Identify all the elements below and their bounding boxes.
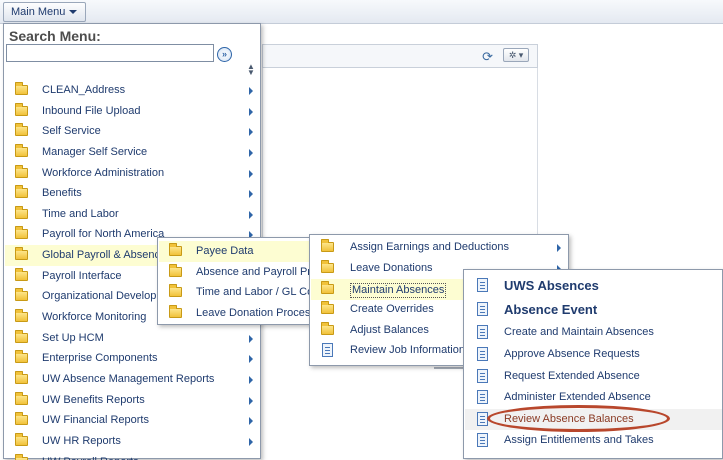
chevron-right-icon bbox=[249, 376, 253, 384]
menu-item-uw-benefits-reports[interactable]: UW Benefits Reports bbox=[5, 390, 260, 411]
submenu-item-absence-payroll-processing[interactable]: Absence and Payroll Processing bbox=[159, 262, 313, 283]
folder-icon bbox=[15, 330, 28, 343]
background-pagelet-header: ⟳ ✲ ▾ bbox=[262, 44, 538, 68]
top-bar: Main Menu bbox=[0, 0, 723, 24]
menu-item-inbound-file-upload[interactable]: Inbound File Upload bbox=[5, 101, 260, 122]
folder-icon bbox=[321, 281, 334, 294]
folder-icon bbox=[15, 433, 28, 446]
folder-icon bbox=[15, 226, 28, 239]
menu-item-uw-financial-reports[interactable]: UW Financial Reports bbox=[5, 410, 260, 431]
document-icon bbox=[477, 433, 488, 447]
submenu-item-absence-event[interactable]: Absence Event bbox=[465, 299, 722, 320]
folder-icon bbox=[15, 350, 28, 363]
refresh-icon[interactable]: ⟳ bbox=[482, 49, 493, 65]
menu-item-enterprise-components[interactable]: Enterprise Components bbox=[5, 348, 260, 369]
folder-icon bbox=[15, 103, 28, 116]
submenu-item-request-extended-absence[interactable]: Request Extended Absence bbox=[465, 366, 722, 387]
folder-icon bbox=[169, 264, 182, 277]
folder-icon bbox=[15, 247, 28, 260]
folder-icon bbox=[15, 82, 28, 95]
folder-icon bbox=[15, 309, 28, 322]
chevron-right-icon bbox=[249, 190, 253, 198]
submenu-item-administer-extended-absence[interactable]: Administer Extended Absence bbox=[465, 387, 722, 408]
folder-icon bbox=[15, 392, 28, 405]
chevron-right-icon bbox=[249, 211, 253, 219]
menu-item-set-up-hcm[interactable]: Set Up HCM bbox=[5, 328, 260, 349]
chevron-right-icon bbox=[249, 128, 253, 136]
menu-item-uw-absence-management-reports[interactable]: UW Absence Management Reports bbox=[5, 369, 260, 390]
main-menu-label: Main Menu bbox=[11, 6, 66, 18]
document-icon bbox=[477, 278, 488, 292]
search-menu-label: Search Menu: bbox=[9, 28, 101, 44]
gear-icon[interactable]: ✲ ▾ bbox=[503, 48, 529, 62]
chevron-right-icon bbox=[249, 149, 253, 157]
sort-icon[interactable]: ▲ ▼ bbox=[247, 63, 255, 77]
submenu-item-leave-donation-process[interactable]: Leave Donation Process bbox=[159, 303, 313, 324]
menu-item-time-and-labor[interactable]: Time and Labor bbox=[5, 204, 260, 225]
chevron-right-icon bbox=[249, 355, 253, 363]
document-icon bbox=[477, 302, 488, 316]
chevron-right-icon bbox=[249, 417, 253, 425]
folder-icon bbox=[15, 144, 28, 157]
folder-icon bbox=[15, 123, 28, 136]
folder-icon bbox=[321, 301, 334, 314]
chevron-down-icon bbox=[69, 10, 78, 15]
folder-icon bbox=[321, 322, 334, 335]
folder-icon bbox=[169, 284, 182, 297]
document-icon bbox=[477, 369, 488, 383]
folder-icon bbox=[15, 412, 28, 425]
chevron-right-icon bbox=[249, 108, 253, 116]
submenu-global-payroll: Payee Data Absence and Payroll Processin… bbox=[157, 237, 314, 325]
folder-icon bbox=[15, 185, 28, 198]
chevron-right-icon bbox=[249, 335, 253, 343]
chevron-right-icon bbox=[249, 87, 253, 95]
document-icon bbox=[477, 390, 488, 404]
folder-icon bbox=[15, 288, 28, 301]
submenu-item-uws-absences[interactable]: UWS Absences bbox=[465, 275, 722, 296]
document-icon bbox=[477, 347, 488, 361]
menu-item-benefits[interactable]: Benefits bbox=[5, 183, 260, 204]
search-menu-input[interactable] bbox=[6, 44, 214, 62]
background-pagelet-body bbox=[262, 68, 538, 248]
submenu-item-review-absence-balances[interactable]: Review Absence Balances bbox=[465, 409, 722, 430]
chevron-right-icon bbox=[249, 170, 253, 178]
main-menu-button[interactable]: Main Menu bbox=[3, 2, 87, 22]
submenu-item-assign-earnings-deductions[interactable]: Assign Earnings and Deductions bbox=[311, 237, 568, 258]
folder-icon bbox=[15, 206, 28, 219]
folder-icon bbox=[321, 260, 334, 273]
chevron-right-icon bbox=[249, 397, 253, 405]
submenu-item-time-labor-gl-costs[interactable]: Time and Labor / GL Costs bbox=[159, 282, 313, 303]
folder-icon bbox=[169, 305, 182, 318]
folder-icon bbox=[321, 239, 334, 252]
submenu-item-approve-absence-requests[interactable]: Approve Absence Requests bbox=[465, 344, 722, 365]
folder-icon bbox=[15, 165, 28, 178]
submenu-item-create-maintain-absences[interactable]: Create and Maintain Absences bbox=[465, 322, 722, 343]
menu-item-self-service[interactable]: Self Service bbox=[5, 121, 260, 142]
menu-item-uw-hr-reports[interactable]: UW HR Reports bbox=[5, 431, 260, 452]
menu-item-manager-self-service[interactable]: Manager Self Service bbox=[5, 142, 260, 163]
submenu-item-assign-entitlements-takes[interactable]: Assign Entitlements and Takes bbox=[465, 430, 722, 451]
menu-item-clean-address[interactable]: CLEAN_Address bbox=[5, 80, 260, 101]
submenu-item-payee-data[interactable]: Payee Data bbox=[159, 241, 313, 262]
chevron-right-icon bbox=[249, 438, 253, 446]
folder-icon bbox=[15, 371, 28, 384]
document-icon bbox=[477, 325, 488, 339]
document-icon bbox=[322, 343, 333, 357]
document-icon bbox=[477, 412, 488, 426]
search-go-icon[interactable]: » bbox=[217, 47, 232, 62]
menu-item-workforce-administration[interactable]: Workforce Administration bbox=[5, 163, 260, 184]
folder-icon bbox=[169, 243, 182, 256]
submenu-maintain-absences: UWS Absences Absence Event Create and Ma… bbox=[463, 269, 723, 459]
folder-icon bbox=[15, 268, 28, 281]
chevron-right-icon bbox=[557, 244, 561, 252]
